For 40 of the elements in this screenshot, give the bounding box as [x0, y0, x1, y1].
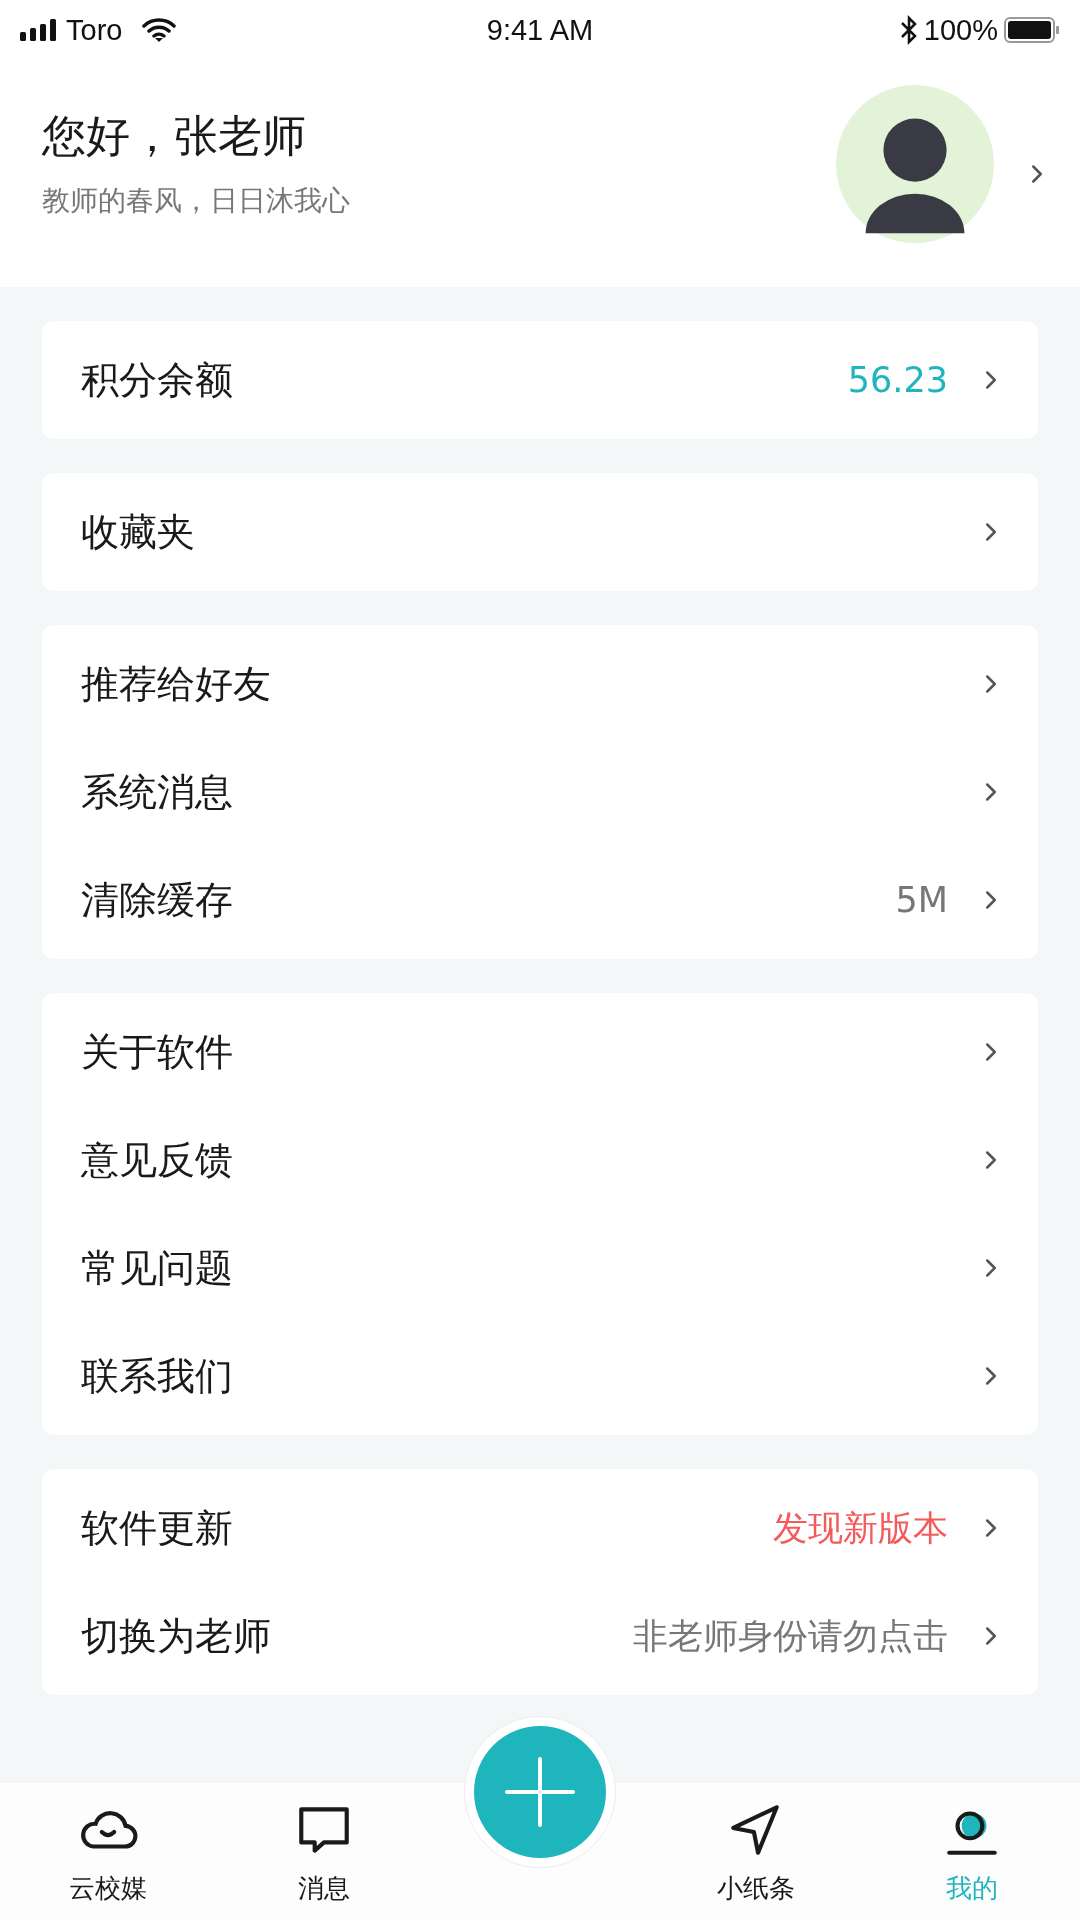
row-value: 发现新版本: [773, 1506, 948, 1550]
row-label: 积分余额: [81, 356, 234, 404]
signal-icon: [20, 19, 56, 41]
row-value: 非老师身份请勿点击: [633, 1614, 948, 1658]
row-label: 推荐给好友: [81, 660, 272, 708]
tab[interactable]: 云校媒: [0, 1782, 216, 1920]
menu-row[interactable]: 收藏夹: [81, 478, 1006, 586]
row-label: 系统消息: [81, 768, 234, 816]
menu-row[interactable]: 意见反馈: [81, 1106, 1006, 1214]
menu-row[interactable]: 系统消息: [81, 738, 1006, 846]
menu-row[interactable]: 切换为老师 非老师身份请勿点击: [81, 1582, 1006, 1690]
menu-row[interactable]: 联系我们: [81, 1322, 1006, 1430]
avatar[interactable]: [836, 84, 994, 243]
wifi-icon: [142, 18, 177, 42]
row-label: 联系我们: [81, 1352, 234, 1400]
battery-icon: [1004, 17, 1060, 43]
tab[interactable]: 小纸条: [648, 1782, 864, 1920]
plus-icon: [505, 1757, 575, 1827]
motto-text: 教师的春风，日日沐我心: [42, 183, 351, 219]
battery-percent: 100%: [923, 13, 998, 47]
row-label: 收藏夹: [81, 508, 196, 556]
bluetooth-icon: [899, 15, 918, 45]
menu-row[interactable]: 常见问题: [81, 1214, 1006, 1322]
tab[interactable]: 消息: [216, 1782, 432, 1920]
menu-row[interactable]: 关于软件: [81, 998, 1006, 1106]
clock-time: 9:41 AM: [486, 13, 594, 47]
row-label: 清除缓存: [81, 876, 234, 924]
menu-row[interactable]: 清除缓存 5M: [81, 846, 1006, 954]
row-label: 软件更新: [81, 1504, 234, 1552]
carrier-name: Toro: [66, 13, 123, 47]
greeting-title: 您好，张老师: [42, 109, 307, 163]
row-label: 意见反馈: [81, 1136, 234, 1184]
menu-row[interactable]: 软件更新 发现新版本: [81, 1474, 1006, 1582]
row-label: 常见问题: [81, 1244, 234, 1292]
row-value: 5M: [895, 880, 948, 920]
menu-row[interactable]: 积分余额 56.23: [81, 326, 1006, 434]
row-label: 切换为老师: [81, 1612, 272, 1660]
menu-row[interactable]: 推荐给好友: [81, 630, 1006, 738]
row-label: 关于软件: [81, 1028, 234, 1076]
row-value: 56.23: [847, 360, 948, 400]
